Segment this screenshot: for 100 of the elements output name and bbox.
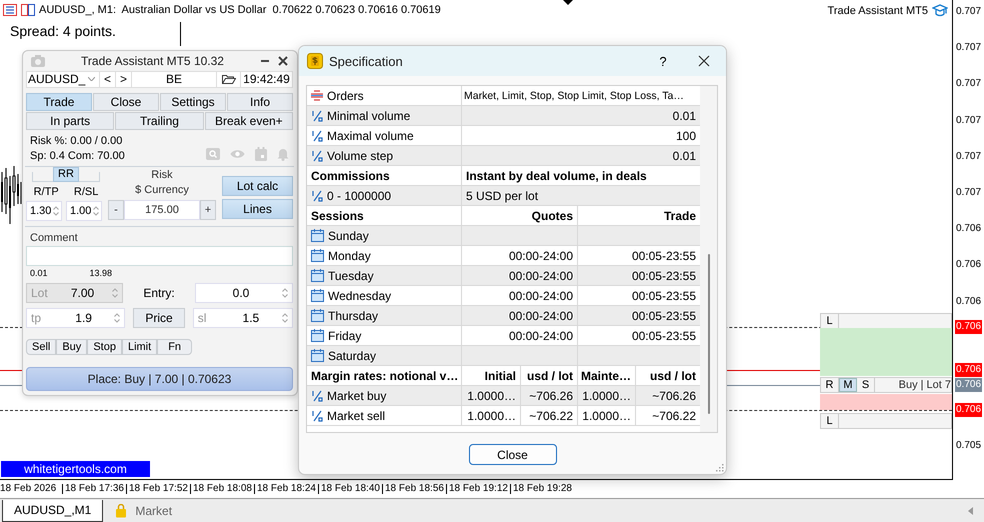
bell-icon[interactable]	[277, 146, 289, 161]
table-cell-text: 00:05-23:55	[630, 268, 697, 284]
calendar-icon	[311, 229, 324, 242]
chart-tab[interactable]: Market	[103, 500, 184, 522]
ratio-field[interactable]: 1.30	[26, 200, 62, 221]
table-cell: Orders	[307, 86, 462, 105]
list-icon[interactable]	[3, 4, 17, 16]
table-cell: Friday	[307, 326, 462, 345]
table-cell-text: 00:05-23:55	[630, 308, 697, 324]
help-button[interactable]: ?	[648, 54, 678, 68]
next-button[interactable]: >	[115, 72, 131, 87]
spin-icon	[282, 313, 288, 324]
table-cell: 1.0000…	[578, 386, 636, 405]
table-cell-text: 0.01	[672, 148, 697, 164]
table-cell: 00:00-24:00	[462, 326, 578, 345]
table-cell: Market sell	[307, 406, 462, 425]
risk-field[interactable]: 175.00	[124, 200, 200, 220]
increase-button[interactable]: +	[200, 200, 216, 220]
table-cell: 00:00-24:00	[462, 246, 578, 265]
table-cell-text: usd / lot	[649, 368, 697, 384]
chart-window-icon[interactable]	[21, 4, 35, 16]
table-cell-text: 00:05-23:55	[630, 248, 697, 264]
panel-tab[interactable]: Close	[93, 92, 159, 111]
camera-icon[interactable]	[31, 54, 45, 67]
chart-tab[interactable]: AUDUSD_,M1	[2, 500, 104, 522]
table-cell: Sunday	[307, 226, 462, 245]
table-cell: Tuesday	[307, 266, 462, 285]
table-cell-text: 5 USD per lot	[465, 188, 540, 204]
spin-icon	[282, 288, 288, 298]
previous-button[interactable]: <	[99, 72, 115, 87]
table-cell: 1.0000…	[578, 406, 636, 425]
place-order-button[interactable]: Place: Buy | 7.00 | 0.70623	[26, 367, 293, 392]
table-cell: ~706.26	[521, 386, 578, 405]
price-tick: 0.706	[956, 223, 982, 234]
comment-field[interactable]	[26, 246, 293, 266]
mode-button[interactable]: S	[857, 378, 875, 392]
risk-info: Risk %: 0.00 / 0.00	[30, 135, 124, 148]
lot-max-label: 13.98	[90, 268, 112, 278]
orders-icon	[311, 90, 323, 101]
table-cell-text: 00:05-23:55	[630, 288, 697, 304]
currency-label: $ Currency	[135, 184, 189, 196]
lines-button[interactable]: Lines	[222, 198, 293, 219]
table-cell-text: Market, Limit, Stop, Stop Limit, Stop Loss, Ta…	[463, 88, 685, 104]
table-cell: 00:00-24:00	[462, 266, 578, 285]
table-cell: ~706.22	[521, 406, 578, 425]
price-tag: 0.706	[955, 363, 982, 377]
eye-icon[interactable]	[230, 148, 245, 159]
order-type-button[interactable]: Fn	[157, 339, 192, 356]
panel-tab[interactable]: Settings	[160, 92, 226, 111]
decrease-button[interactable]: -	[108, 200, 124, 220]
scrollbar-thumb[interactable]	[708, 254, 710, 414]
stop-loss-field[interactable]: sl 1.5	[192, 308, 293, 328]
spread-label: Spread: 4 points.	[10, 23, 116, 39]
dialog-title: Specification	[329, 54, 404, 68]
price-tag: 0.706	[955, 403, 982, 417]
table-cell-text: ~706.22	[651, 408, 697, 424]
ratio-field[interactable]: 1.00	[66, 200, 102, 221]
take-profit-field[interactable]: tp 1.9	[26, 308, 126, 328]
close-icon[interactable]	[278, 56, 288, 66]
table-cell: Margin rates: notional v…	[307, 366, 462, 385]
search-icon[interactable]	[206, 148, 220, 160]
lot-calc-button[interactable]: Lot calc	[222, 176, 293, 196]
calendar-icon	[311, 329, 324, 342]
price-tag: 0.706	[955, 320, 982, 334]
close-button[interactable]: Close	[468, 444, 556, 465]
panel-tab[interactable]: Break even+	[204, 112, 293, 130]
price-tick: 0.707	[956, 187, 982, 198]
symbol-dropdown[interactable]: AUDUSD_	[27, 72, 99, 87]
table-cell: Volume step	[307, 146, 462, 165]
price-button[interactable]: Price	[133, 308, 185, 328]
spread-info: Sp: 0.4 Com: 70.00	[30, 150, 125, 162]
order-type-button[interactable]: Buy	[56, 339, 88, 356]
mode-button[interactable]: M	[839, 378, 857, 392]
graduation-cap-icon[interactable]	[932, 4, 948, 17]
level-label[interactable]: L	[821, 414, 839, 428]
close-icon[interactable]	[698, 55, 710, 67]
calendar-icon[interactable]	[255, 146, 267, 161]
watermark-label: whitetigertools.com	[1, 461, 150, 477]
spin-icon	[53, 206, 59, 216]
scroll-left-icon[interactable]	[968, 506, 974, 514]
table-cell-text: 100	[674, 128, 697, 144]
field-label: R/TP	[34, 186, 59, 198]
time-label: 18 Feb 19:12	[446, 484, 510, 494]
time-label: 18 Feb 17:52	[126, 484, 190, 494]
time-label: 18 Feb 2026	[0, 484, 58, 494]
break-even-button[interactable]: BE	[131, 72, 216, 87]
panel-tab[interactable]: In parts	[26, 112, 114, 130]
window-title: Trade Assistant MT5 10.32	[80, 54, 225, 68]
order-type-button[interactable]: Sell	[26, 339, 56, 356]
entry-field[interactable]: 0.0	[195, 283, 293, 304]
panel-tab[interactable]: Trailing	[115, 112, 204, 130]
order-type-button[interactable]: Limit	[122, 339, 158, 356]
rr-toggle[interactable]: RR	[53, 166, 79, 182]
resize-grip-icon[interactable]	[715, 463, 724, 472]
fraction-icon	[311, 410, 323, 422]
table-cell-text: 00:05-23:55	[630, 328, 697, 344]
panel-tab[interactable]: Info	[227, 92, 293, 111]
panel-tab[interactable]: Trade	[26, 92, 92, 111]
comment-label: Comment	[29, 232, 79, 244]
order-type-button[interactable]: Stop	[87, 339, 122, 356]
